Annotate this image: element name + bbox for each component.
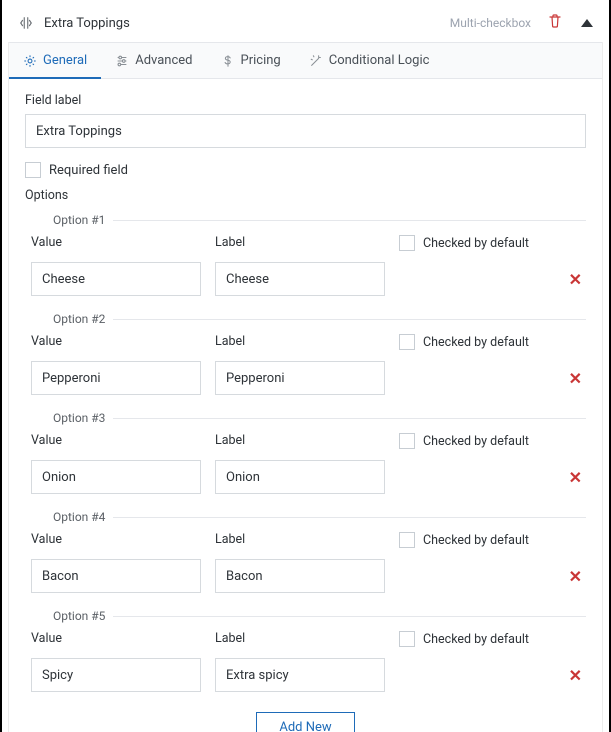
checked-by-default-label: Checked by default xyxy=(423,632,529,647)
option-value-label: Value xyxy=(31,235,201,250)
panel-title: Extra Toppings xyxy=(44,16,440,31)
delete-option-button[interactable]: ✕ xyxy=(558,658,586,692)
option-label-label: Label xyxy=(215,235,385,250)
field-type-badge: Multi-checkbox xyxy=(450,16,531,30)
option-value-input[interactable] xyxy=(31,460,201,494)
tab-conditional-label: Conditional Logic xyxy=(329,53,430,68)
field-label-input[interactable] xyxy=(25,114,586,148)
delete-option-button[interactable]: ✕ xyxy=(558,460,586,494)
required-field-checkbox[interactable] xyxy=(25,162,41,178)
checked-by-default-checkbox[interactable] xyxy=(399,235,415,251)
checked-by-default-label: Checked by default xyxy=(423,434,529,449)
checked-by-default-checkbox[interactable] xyxy=(399,532,415,548)
tabs: General Advanced Pricing Conditional Log… xyxy=(9,42,602,79)
add-new-button[interactable]: Add New xyxy=(256,712,354,732)
wand-icon xyxy=(309,54,323,68)
options-section-title: Options xyxy=(25,188,586,203)
option-value-label: Value xyxy=(31,631,201,646)
gear-icon xyxy=(23,54,37,68)
checked-by-default-checkbox[interactable] xyxy=(399,631,415,647)
tab-general-label: General xyxy=(43,53,87,68)
checked-by-default-label: Checked by default xyxy=(423,236,529,251)
tab-general[interactable]: General xyxy=(9,43,101,78)
option-label-label: Label xyxy=(215,433,385,448)
delete-option-button[interactable]: ✕ xyxy=(558,262,586,296)
option-value-input[interactable] xyxy=(31,658,201,692)
option-label-label: Label xyxy=(215,631,385,646)
option-legend: Option #2 xyxy=(25,312,113,326)
checked-by-default-checkbox[interactable] xyxy=(399,334,415,350)
option-legend: Option #5 xyxy=(25,609,113,623)
required-field-label: Required field xyxy=(49,163,128,178)
option-value-input[interactable] xyxy=(31,559,201,593)
option-label-input[interactable] xyxy=(215,559,385,593)
field-label-label: Field label xyxy=(25,93,586,108)
dollar-icon xyxy=(221,54,235,68)
tab-conditional[interactable]: Conditional Logic xyxy=(295,43,444,78)
tab-advanced[interactable]: Advanced xyxy=(101,43,206,78)
delete-field-button[interactable] xyxy=(547,13,563,33)
option-label-label: Label xyxy=(215,334,385,349)
collapse-toggle-icon[interactable] xyxy=(581,19,593,27)
tab-pricing-label: Pricing xyxy=(241,53,281,68)
option-label-input[interactable] xyxy=(215,658,385,692)
option-label-input[interactable] xyxy=(215,460,385,494)
option-label-input[interactable] xyxy=(215,361,385,395)
option-legend: Option #1 xyxy=(25,213,113,227)
tab-advanced-label: Advanced xyxy=(135,53,192,68)
sliders-icon xyxy=(115,54,129,68)
option-value-label: Value xyxy=(31,532,201,547)
option-label-input[interactable] xyxy=(215,262,385,296)
delete-option-button[interactable]: ✕ xyxy=(558,559,586,593)
option-label-label: Label xyxy=(215,532,385,547)
checked-by-default-label: Checked by default xyxy=(423,533,529,548)
checked-by-default-checkbox[interactable] xyxy=(399,433,415,449)
option-value-label: Value xyxy=(31,334,201,349)
option-value-label: Value xyxy=(31,433,201,448)
delete-option-button[interactable]: ✕ xyxy=(558,361,586,395)
checked-by-default-label: Checked by default xyxy=(423,335,529,350)
drag-handle-icon[interactable] xyxy=(18,15,34,31)
option-legend: Option #3 xyxy=(25,411,113,425)
option-legend: Option #4 xyxy=(25,510,113,524)
option-value-input[interactable] xyxy=(31,262,201,296)
option-value-input[interactable] xyxy=(31,361,201,395)
tab-pricing[interactable]: Pricing xyxy=(207,43,295,78)
